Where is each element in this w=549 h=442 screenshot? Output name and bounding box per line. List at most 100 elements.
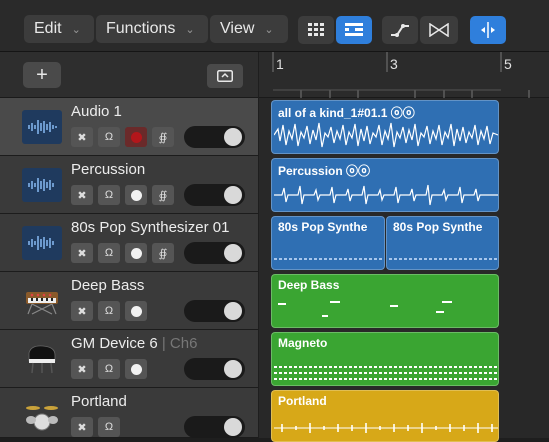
- volume-knob[interactable]: [224, 244, 242, 262]
- track-name[interactable]: 80s Pop Synthesizer 01: [71, 219, 229, 236]
- grid-icon: [308, 23, 324, 36]
- track-header-audio-1[interactable]: Audio 1 ✖ Ω ∯: [0, 98, 258, 156]
- speaker-mute-icon: ✖: [77, 305, 87, 318]
- track-name[interactable]: GM Device 6 | Ch6: [71, 335, 197, 352]
- track-header-80s-pop-synthesizer-01[interactable]: 80s Pop Synthesizer 01 ✖ Ω ∯: [0, 214, 258, 272]
- speaker-mute-icon: ✖: [77, 247, 87, 260]
- volume-knob[interactable]: [224, 128, 242, 146]
- volume-slider[interactable]: [184, 358, 245, 380]
- edit-menu-label: Edit: [34, 20, 62, 37]
- grid-view-button[interactable]: [298, 16, 334, 44]
- input-monitoring-button[interactable]: ∯: [152, 127, 174, 147]
- solo-button[interactable]: Ω: [98, 301, 120, 321]
- midi-notes: [278, 301, 452, 317]
- region-name: Percussion ⓞⓞ: [278, 164, 371, 178]
- volume-slider[interactable]: [184, 300, 245, 322]
- volume-slider[interactable]: [184, 126, 245, 148]
- input-monitoring-button[interactable]: ∯: [152, 185, 174, 205]
- synthesizer-icon: [22, 284, 62, 318]
- flex-time-button[interactable]: [420, 16, 458, 44]
- track-header-portland[interactable]: Portland ✖ Ω: [0, 388, 258, 438]
- region-name: Deep Bass: [278, 278, 340, 292]
- edit-menu[interactable]: Edit ⌄: [24, 15, 94, 43]
- track-header-deep-bass[interactable]: Deep Bass ✖ Ω: [0, 272, 258, 330]
- bar-ruler[interactable]: 1 3 5: [259, 52, 549, 98]
- volume-knob[interactable]: [224, 302, 242, 320]
- volume-slider[interactable]: [184, 242, 245, 264]
- volume-slider[interactable]: [184, 416, 245, 438]
- solo-button[interactable]: Ω: [98, 185, 120, 205]
- speaker-mute-icon: ✖: [77, 131, 87, 144]
- view-menu[interactable]: View ⌄: [210, 15, 288, 43]
- audio-region[interactable]: all of a kind_1#01.1 ⓞⓞ: [271, 100, 499, 154]
- audio-region[interactable]: Percussion ⓞⓞ: [271, 158, 499, 212]
- audio-region[interactable]: 80s Pop Synthe: [386, 216, 499, 270]
- input-monitor-icon: ∯: [158, 189, 168, 202]
- audio-region[interactable]: 80s Pop Synthe: [271, 216, 385, 270]
- catch-icon: [481, 22, 495, 38]
- record-icon: [130, 305, 142, 317]
- chevron-down-icon: ⌄: [71, 23, 81, 36]
- speaker-mute-icon: ✖: [77, 363, 87, 376]
- drum-kit-icon: [22, 400, 62, 434]
- speaker-mute-icon: ✖: [77, 421, 87, 434]
- audio-waveform-icon: [22, 110, 62, 144]
- record-icon: [130, 363, 142, 375]
- chevron-down-icon: ⌄: [264, 23, 274, 36]
- track-name[interactable]: Audio 1: [71, 103, 122, 120]
- record-enable-button[interactable]: [125, 127, 147, 147]
- track-header-percussion[interactable]: Percussion ✖ Ω ∯: [0, 156, 258, 214]
- input-monitor-icon: ∯: [158, 247, 168, 260]
- solo-button[interactable]: Ω: [98, 127, 120, 147]
- list-view-button[interactable]: [336, 16, 372, 44]
- mute-button[interactable]: ✖: [71, 417, 93, 437]
- mute-button[interactable]: ✖: [71, 243, 93, 263]
- record-enable-button[interactable]: [125, 301, 147, 321]
- headphones-icon: Ω: [104, 421, 114, 433]
- midi-region[interactable]: Magneto: [271, 332, 499, 386]
- tracks-area[interactable]: all of a kind_1#01.1 ⓞⓞ Percussion ⓞⓞ 80…: [259, 98, 549, 442]
- track-header-gm-device-6[interactable]: GM Device 6 | Ch6 ✖ Ω: [0, 330, 258, 388]
- record-enable-button[interactable]: [125, 243, 147, 263]
- track-name[interactable]: Deep Bass: [71, 277, 144, 294]
- mute-button[interactable]: ✖: [71, 127, 93, 147]
- bar-number: 5: [504, 56, 512, 72]
- volume-slider[interactable]: [184, 184, 245, 206]
- headphones-icon: Ω: [104, 189, 114, 201]
- piano-icon: [22, 342, 62, 376]
- functions-menu[interactable]: Functions ⌄: [96, 15, 208, 43]
- mute-button[interactable]: ✖: [71, 359, 93, 379]
- region-name: Portland: [278, 394, 327, 408]
- collapse-global-tracks-button[interactable]: [207, 64, 243, 88]
- solo-button[interactable]: Ω: [98, 417, 120, 437]
- track-name[interactable]: Portland: [71, 393, 127, 410]
- region-name: 80s Pop Synthe: [393, 220, 483, 234]
- volume-knob[interactable]: [224, 186, 242, 204]
- add-track-button[interactable]: +: [23, 62, 61, 88]
- drummer-region[interactable]: Portland: [271, 390, 499, 442]
- automation-button[interactable]: [382, 16, 418, 44]
- chevron-down-icon: ⌄: [185, 23, 195, 36]
- track-list: + Audio 1 ✖ Ω ∯ Percussion ✖ Ω ∯ 80s Pop…: [0, 52, 258, 438]
- record-enable-button[interactable]: [125, 359, 147, 379]
- volume-knob[interactable]: [224, 418, 242, 436]
- plus-icon: +: [36, 63, 48, 86]
- waveform: [274, 184, 498, 206]
- automation-curve-icon: [391, 24, 409, 37]
- mute-button[interactable]: ✖: [71, 301, 93, 321]
- record-enable-button[interactable]: [125, 185, 147, 205]
- midi-region[interactable]: Deep Bass: [271, 274, 499, 328]
- region-name: Magneto: [278, 336, 328, 350]
- track-list-header: +: [0, 52, 258, 98]
- catch-playhead-button[interactable]: [470, 16, 506, 44]
- volume-knob[interactable]: [224, 360, 242, 378]
- solo-button[interactable]: Ω: [98, 359, 120, 379]
- input-monitoring-button[interactable]: ∯: [152, 243, 174, 263]
- track-name[interactable]: Percussion: [71, 161, 145, 178]
- headphones-icon: Ω: [104, 305, 114, 317]
- region-name: all of a kind_1#01.1 ⓞⓞ: [278, 106, 415, 120]
- record-icon: [130, 247, 142, 259]
- functions-menu-label: Functions: [106, 20, 176, 37]
- solo-button[interactable]: Ω: [98, 243, 120, 263]
- mute-button[interactable]: ✖: [71, 185, 93, 205]
